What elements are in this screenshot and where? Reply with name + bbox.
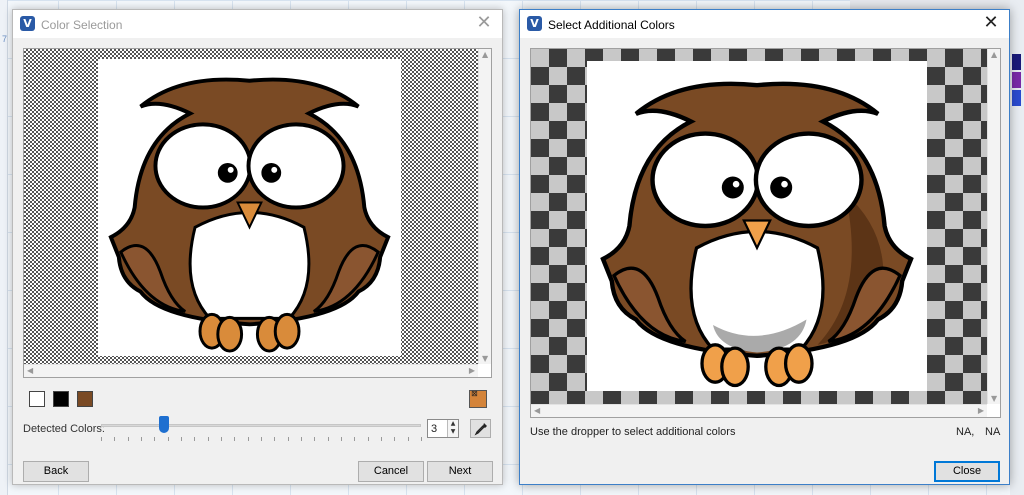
slider-tick [247,437,249,441]
slider-tick [421,437,422,441]
slider-tick [354,437,356,441]
slider-tick [234,437,236,441]
title-bar: V Color Selection ✕ [13,10,502,38]
dialog-title: Color Selection [41,18,123,32]
background-mark: 7 [2,34,8,44]
select-additional-colors-dialog: V Select Additional Colors ✕ ▲ ▼ ◀ ▶ Use… [519,9,1010,485]
horizontal-scrollbar[interactable]: ◀ ▶ [24,364,478,377]
horizontal-scrollbar[interactable]: ◀ ▶ [531,404,987,417]
slider-tick [301,437,302,441]
scroll-right-icon[interactable]: ▶ [978,406,984,415]
scroll-up-icon[interactable]: ▲ [482,50,488,59]
app-logo-icon: V [20,16,35,31]
color-selection-dialog: V Color Selection ✕ ▲ ▼ ◀ ▶ ⊠ Detected C… [12,9,503,485]
color-swatch-black[interactable] [53,391,69,407]
background-palette [1010,0,1024,495]
owl-illustration [108,77,391,353]
slider-tick [394,437,396,441]
slider-tick [167,437,169,441]
cancel-button[interactable]: Cancel [358,461,424,482]
detected-colors-stepper[interactable]: 3 ▲ ▼ [427,419,459,438]
owl-image[interactable] [98,59,401,356]
close-button[interactable]: Close [934,461,1000,482]
slider-tick [101,437,102,441]
close-icon[interactable]: ✕ [474,13,494,33]
slider-tick [114,437,116,441]
vertical-scrollbar[interactable]: ▲ ▼ [478,49,491,364]
slider-ticks [101,437,422,441]
slider-tick [194,437,196,441]
slider-tick [407,437,409,441]
background-swatch [1012,54,1021,70]
background-swatch [1012,90,1021,106]
close-icon[interactable]: ✕ [981,13,1001,33]
scroll-right-icon[interactable]: ▶ [469,366,475,375]
back-button[interactable]: Back [23,461,89,482]
slider-tick [207,437,209,441]
slider-tick [127,437,129,441]
slider-thumb[interactable] [159,416,169,433]
image-preview[interactable]: ▲ ▼ ◀ ▶ [530,48,1001,418]
scroll-left-icon[interactable]: ◀ [27,366,33,375]
vertical-scrollbar[interactable]: ▲ ▼ [987,49,1000,404]
dialog-title: Select Additional Colors [548,18,675,32]
next-button[interactable]: Next [427,461,493,482]
slider-tick [221,437,222,441]
image-preview[interactable]: ▲ ▼ ◀ ▶ [23,48,492,378]
background-app-edge: 7 [0,0,8,495]
eyedropper-button[interactable] [470,419,491,438]
dropper-hint-text: Use the dropper to select additional col… [530,426,736,438]
transparent-color-swatch[interactable]: ⊠ [469,389,487,408]
owl-image[interactable] [587,61,927,391]
detected-colors-label: Detected Colors: [23,423,105,435]
scroll-left-icon[interactable]: ◀ [534,406,540,415]
scroll-up-icon[interactable]: ▲ [991,50,997,59]
slider-tick [287,437,289,441]
scroll-down-icon[interactable]: ▼ [482,354,488,363]
slider-tick [141,437,142,441]
slider-tick [367,437,369,441]
background-swatch [1012,72,1021,88]
slider-tick [314,437,316,441]
title-bar: V Select Additional Colors ✕ [520,10,1009,38]
coordinate-y-readout: NA [985,426,1001,438]
slider-tick [261,437,262,441]
slider-tick [154,437,156,441]
detected-colors-slider[interactable] [101,424,421,427]
remove-icon: ⊠ [471,389,478,398]
detected-colors-value[interactable]: 3 [431,423,437,435]
coordinate-x-readout: NA, [956,426,975,438]
eyedropper-icon [474,423,487,436]
slider-tick [381,437,382,441]
color-swatch-brown[interactable] [77,391,93,407]
slider-tick [327,437,329,441]
slider-tick [181,437,182,441]
color-swatch-white[interactable] [29,391,45,407]
owl-illustration [600,81,914,388]
slider-tick [341,437,342,441]
scroll-down-icon[interactable]: ▼ [991,394,997,403]
spinner-arrows-icon[interactable]: ▲ ▼ [447,420,458,437]
app-logo-icon: V [527,16,542,31]
slider-tick [274,437,276,441]
